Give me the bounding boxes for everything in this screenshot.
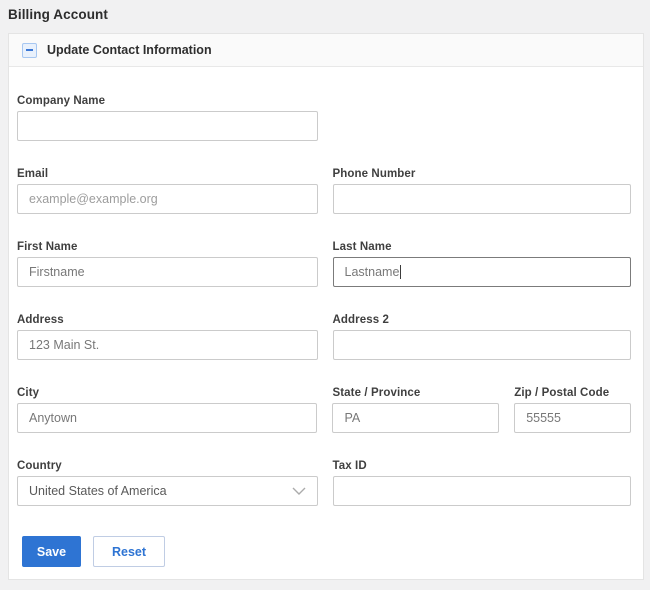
collapse-toggle-button[interactable] [22, 43, 37, 58]
contact-form: Company Name Email example@example.org P… [9, 95, 643, 567]
text-cursor [400, 265, 401, 279]
phone-number-label: Phone Number [333, 168, 632, 180]
state-province-field: State / Province PA [332, 387, 499, 433]
phone-number-field: Phone Number [333, 168, 632, 214]
tax-id-input[interactable] [333, 476, 632, 506]
zip-postal-input[interactable]: 55555 [514, 403, 631, 433]
first-name-field: First Name Firstname [17, 241, 318, 287]
phone-number-input[interactable] [333, 184, 632, 214]
panel-header: Update Contact Information [9, 34, 643, 67]
zip-postal-field: Zip / Postal Code 55555 [514, 387, 631, 433]
page-title: Billing Account [8, 0, 650, 33]
form-row-city-state-zip: City Anytown State / Province PA Zip / P… [17, 387, 631, 433]
city-input[interactable]: Anytown [17, 403, 317, 433]
company-name-label: Company Name [17, 95, 318, 107]
form-actions: Save Reset [22, 536, 631, 567]
address2-field: Address 2 [333, 314, 632, 360]
email-field: Email example@example.org [17, 168, 318, 214]
first-name-input[interactable]: Firstname [17, 257, 318, 287]
form-row-country-tax: Country United States of America Tax ID [17, 460, 631, 506]
country-label: Country [17, 460, 318, 472]
form-row-address: Address 123 Main St. Address 2 [17, 314, 631, 360]
state-province-input[interactable]: PA [332, 403, 499, 433]
last-name-label: Last Name [333, 241, 632, 253]
last-name-field: Last Name Lastname [333, 241, 632, 287]
last-name-input[interactable]: Lastname [333, 257, 632, 287]
form-row-company: Company Name [17, 95, 631, 141]
address-field: Address 123 Main St. [17, 314, 318, 360]
city-label: City [17, 387, 317, 399]
first-name-label: First Name [17, 241, 318, 253]
country-field: Country United States of America [17, 460, 318, 506]
address2-input[interactable] [333, 330, 632, 360]
company-name-input[interactable] [17, 111, 318, 141]
email-label: Email [17, 168, 318, 180]
update-contact-panel: Update Contact Information Company Name … [8, 33, 644, 580]
address-label: Address [17, 314, 318, 326]
country-selected-value: United States of America [29, 484, 167, 498]
minus-icon [26, 49, 33, 51]
company-name-field: Company Name [17, 95, 318, 141]
country-select[interactable]: United States of America [17, 476, 318, 506]
form-row-email-phone: Email example@example.org Phone Number [17, 168, 631, 214]
chevron-down-icon [292, 487, 306, 495]
city-field: City Anytown [17, 387, 317, 433]
address-input[interactable]: 123 Main St. [17, 330, 318, 360]
reset-button[interactable]: Reset [93, 536, 165, 567]
form-row-name: First Name Firstname Last Name Lastname [17, 241, 631, 287]
zip-postal-label: Zip / Postal Code [514, 387, 631, 399]
tax-id-field: Tax ID [333, 460, 632, 506]
save-button[interactable]: Save [22, 536, 81, 567]
billing-account-page: Billing Account Update Contact Informati… [0, 0, 650, 580]
panel-title: Update Contact Information [47, 43, 212, 57]
tax-id-label: Tax ID [333, 460, 632, 472]
email-input[interactable]: example@example.org [17, 184, 318, 214]
state-province-label: State / Province [332, 387, 499, 399]
address2-label: Address 2 [333, 314, 632, 326]
